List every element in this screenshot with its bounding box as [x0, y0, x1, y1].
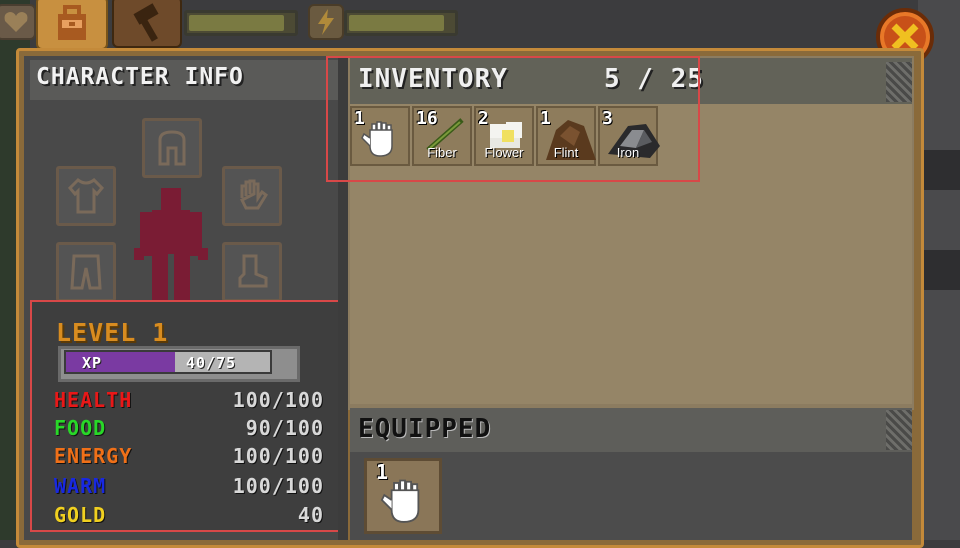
- level-label: LEVEL 1: [56, 318, 169, 347]
- heart-icon: [4, 12, 28, 32]
- stat-warm-label: WARM: [54, 474, 107, 498]
- header-hatch: [886, 410, 912, 450]
- lightning-icon: [318, 9, 334, 35]
- pants-slot[interactable]: [56, 242, 116, 302]
- stat-gold-value: 40: [297, 503, 324, 527]
- energy-button[interactable]: [308, 4, 344, 40]
- energy-bar: [344, 10, 458, 36]
- boots-slot[interactable]: [222, 242, 282, 302]
- stat-warm-value: 100/100: [232, 474, 324, 498]
- stat-food-label: FOOD: [54, 416, 107, 440]
- backpack-icon: [58, 5, 86, 40]
- crafting-tab-button[interactable]: [112, 0, 182, 48]
- xp-label: XP: [82, 354, 103, 372]
- shirt-slot[interactable]: [56, 166, 116, 226]
- helmet-slot[interactable]: [142, 118, 202, 178]
- hammer-icon: [133, 3, 159, 42]
- stat-health-value: 100/100: [232, 388, 324, 412]
- stat-health-label: HEALTH: [54, 388, 133, 412]
- equipped-title: EQUIPPED: [358, 414, 492, 444]
- helmet-slot-icon: [158, 130, 186, 166]
- inventory-highlight-box: [326, 56, 700, 182]
- boot-slot-icon: [238, 254, 268, 288]
- stat-food-value: 90/100: [245, 416, 324, 440]
- backpack-tab-button[interactable]: [36, 0, 108, 50]
- shirt-slot-icon: [67, 178, 105, 214]
- character-silhouette: [134, 188, 208, 300]
- heart-button[interactable]: [0, 4, 36, 40]
- stat-energy-label: ENERGY: [54, 444, 133, 468]
- header-hatch: [886, 62, 912, 102]
- character-title: CHARACTER INFO: [36, 64, 244, 90]
- equipped-count: 1: [376, 460, 389, 484]
- pants-slot-icon: [70, 254, 102, 290]
- stat-gold-label: GOLD: [54, 503, 107, 527]
- glove-slot-icon: [239, 179, 268, 210]
- xp-value: 40/75: [186, 354, 237, 372]
- stat-energy-value: 100/100: [232, 444, 324, 468]
- health-bar: [184, 10, 298, 36]
- glove-slot[interactable]: [222, 166, 282, 226]
